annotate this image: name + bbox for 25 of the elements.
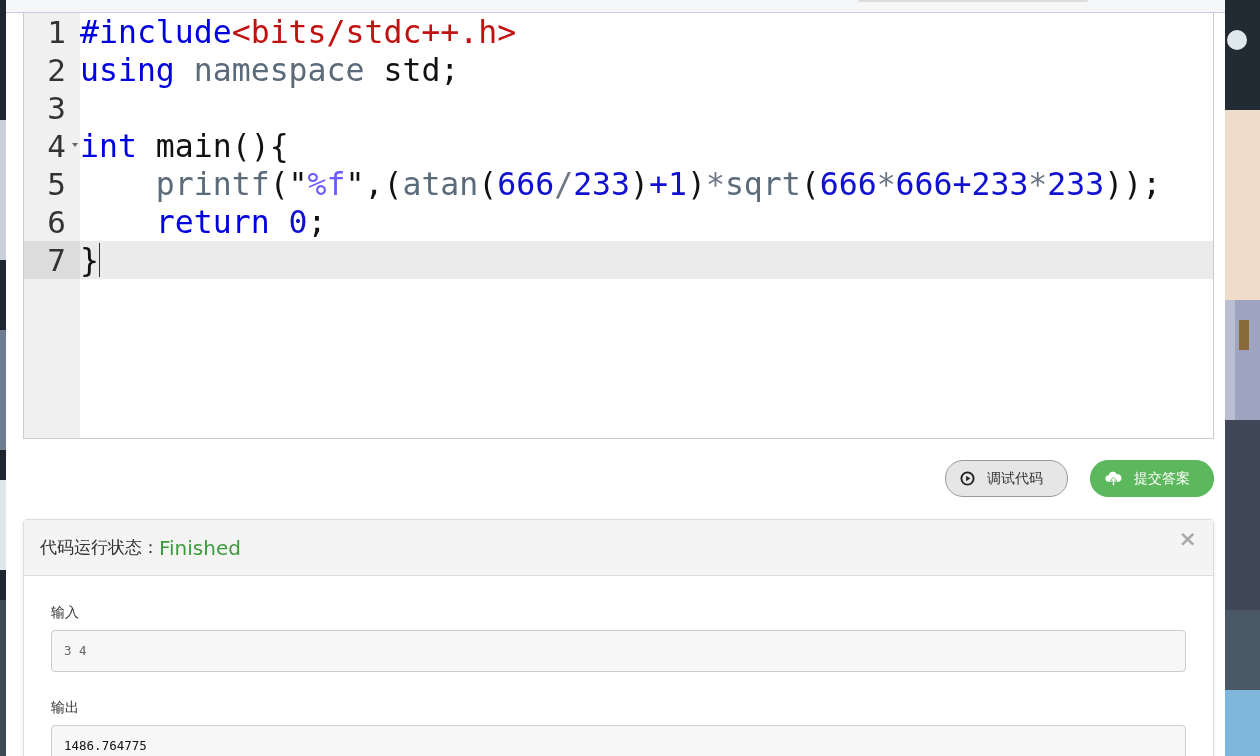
debug-button[interactable]: 调试代码 (945, 460, 1068, 497)
line-number: 7 (47, 242, 66, 278)
input-label: 输入 (51, 603, 80, 622)
panel-title: 代码运行状态： (40, 535, 159, 559)
line-number: 1 (47, 14, 66, 50)
code-line: return 0; (154, 203, 327, 241)
code-line: #include<bits/stdc++.h> (80, 13, 517, 51)
code-line: int main(){ (80, 127, 289, 165)
fold-icon[interactable] (72, 143, 78, 147)
code-line: using namespace std; (80, 51, 460, 89)
text-cursor (98, 243, 100, 277)
input-field[interactable]: 3 4 (51, 630, 1186, 672)
line-number: 4 (47, 128, 66, 164)
line-number: 3 (47, 90, 66, 126)
line-number: 5 (47, 166, 66, 202)
code-line: } (80, 241, 99, 279)
output-label: 输出 (51, 698, 80, 717)
output-field: 1486.764775 (51, 725, 1186, 756)
cloud-upload-icon (1105, 470, 1122, 487)
line-number: 2 (47, 52, 66, 88)
line-number: 6 (47, 204, 66, 240)
code-editor[interactable]: 1 2 3 4 5 6 7 #include<bits/stdc++.h> using namespace std; int main(){ printf("%f",(atan(666/233)+1)*sqrt(666*666+233*233)); return 0; } (23, 13, 1214, 439)
play-icon (960, 471, 975, 486)
code-line: printf("%f",(atan(666/233)+1)*sqrt(666*666+233*233)); (154, 165, 1162, 203)
status-text: Finished (159, 534, 241, 562)
